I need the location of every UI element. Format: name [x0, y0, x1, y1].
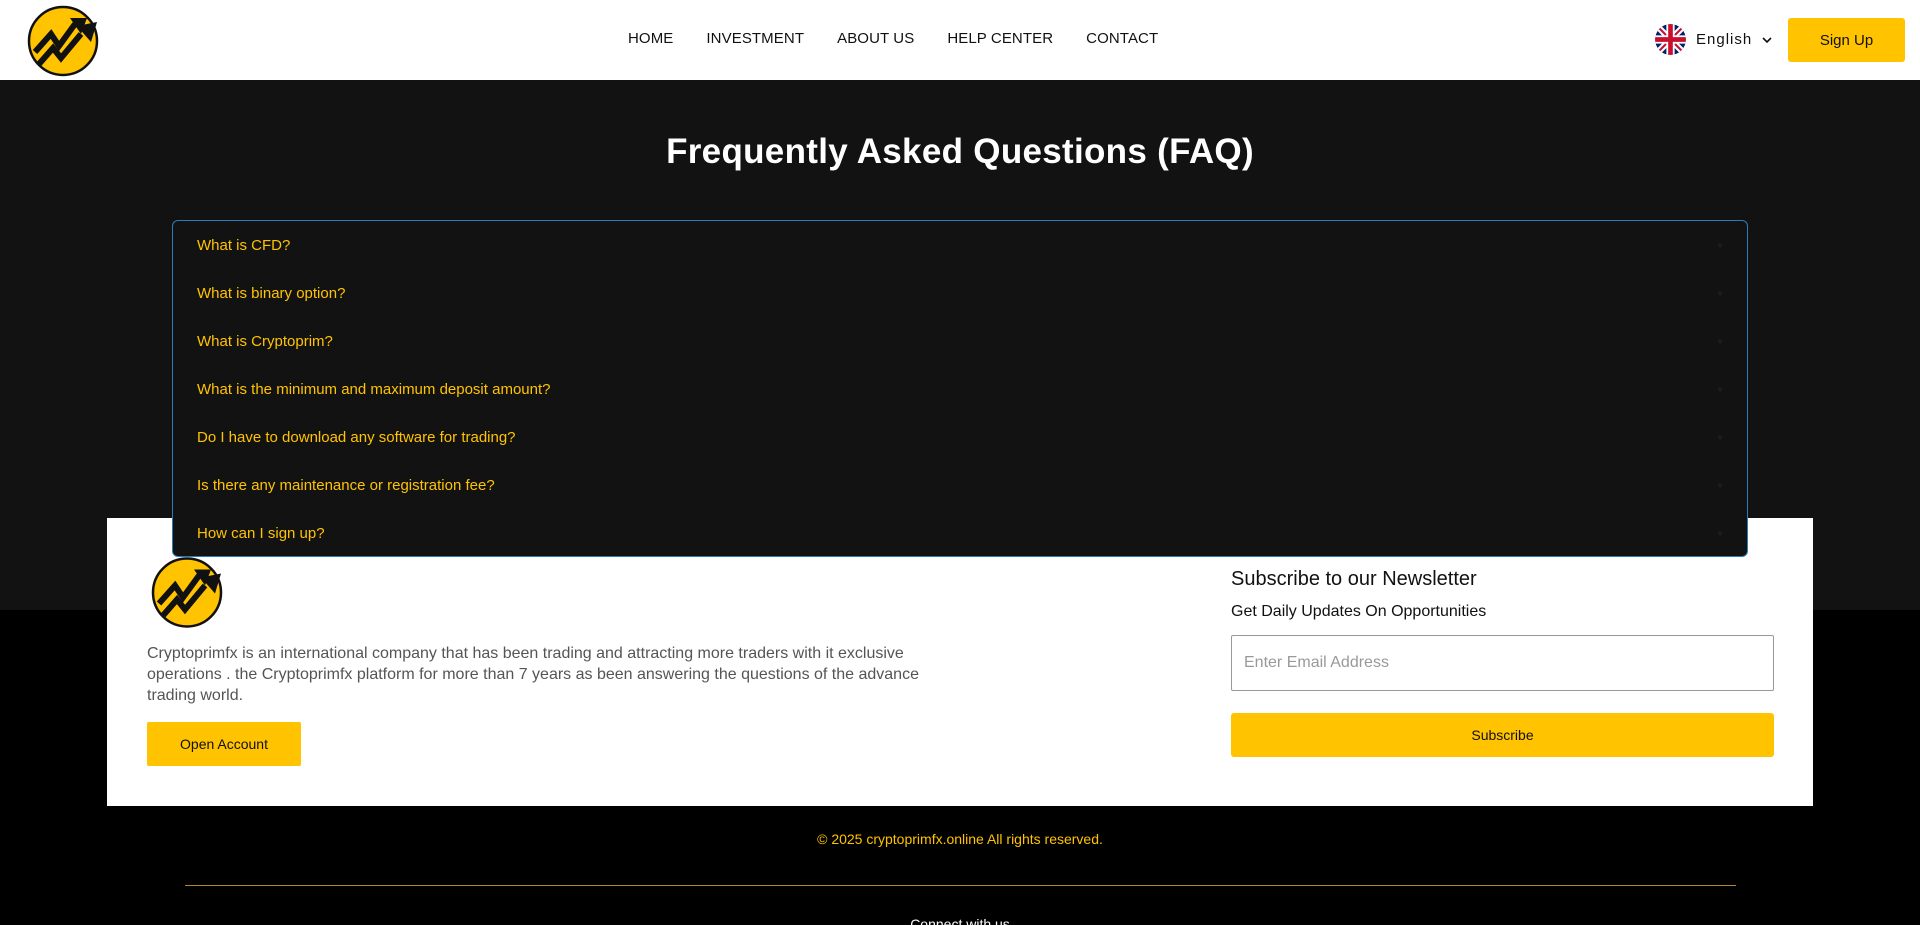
- connect-heading: Connect with us: [910, 916, 1010, 925]
- faq-item-cfd[interactable]: What is CFD? ▾: [173, 221, 1747, 269]
- nav-investment[interactable]: INVESTMENT: [706, 30, 804, 47]
- nav-about-us[interactable]: ABOUT US: [837, 30, 914, 47]
- chevron-down-icon: ▾: [1717, 287, 1723, 300]
- faq-question: What is binary option?: [197, 284, 346, 302]
- language-label: English: [1696, 31, 1753, 48]
- newsletter-subtitle: Get Daily Updates On Opportunities: [1231, 603, 1487, 620]
- faq-question: Do I have to download any software for t…: [197, 428, 516, 446]
- faq-question: What is CFD?: [197, 236, 291, 254]
- faq-question: What is the minimum and maximum deposit …: [197, 380, 551, 398]
- faq-item-deposit[interactable]: What is the minimum and maximum deposit …: [173, 365, 1747, 413]
- faq-item-binary-option[interactable]: What is binary option? ▾: [173, 269, 1747, 317]
- chevron-down-icon: ▾: [1717, 431, 1723, 444]
- footer-card: Cryptoprimfx is an international company…: [107, 518, 1813, 806]
- footer-logo-icon: [151, 557, 223, 628]
- site-header: HOME INVESTMENT ABOUT US HELP CENTER CON…: [0, 0, 1920, 80]
- faq-question: What is Cryptoprim?: [197, 332, 333, 350]
- faq-item-sign-up[interactable]: How can I sign up? ▾: [173, 509, 1747, 557]
- chevron-down-icon: ▾: [1717, 527, 1723, 540]
- faq-item-cryptoprim[interactable]: What is Cryptoprim? ▾: [173, 317, 1747, 365]
- faq-question: How can I sign up?: [197, 524, 325, 542]
- nav-home[interactable]: HOME: [628, 30, 673, 47]
- faq-item-software[interactable]: Do I have to download any software for t…: [173, 413, 1747, 461]
- faq-question: Is there any maintenance or registration…: [197, 476, 495, 494]
- brand-logo-icon[interactable]: [25, 4, 103, 77]
- open-account-button[interactable]: Open Account: [147, 722, 301, 766]
- chevron-down-icon: [1762, 36, 1772, 43]
- faq-accordion: What is CFD? ▾ What is binary option? ▾ Wh…: [172, 220, 1748, 557]
- uk-flag-icon: [1655, 24, 1686, 55]
- chevron-down-icon: ▾: [1717, 239, 1723, 252]
- company-description: Cryptoprimfx is an international company…: [147, 645, 919, 704]
- footer-divider: [185, 885, 1736, 886]
- faq-item-fees[interactable]: Is there any maintenance or registration…: [173, 461, 1747, 509]
- nav-help-center[interactable]: HELP CENTER: [947, 30, 1053, 47]
- chevron-down-icon: ▾: [1717, 383, 1723, 396]
- main-nav: HOME INVESTMENT ABOUT US HELP CENTER CON…: [628, 30, 1191, 47]
- newsletter-title: Subscribe to our Newsletter: [1231, 568, 1477, 590]
- newsletter-email-input[interactable]: [1231, 635, 1774, 691]
- chevron-down-icon: ▾: [1717, 479, 1723, 492]
- nav-contact[interactable]: CONTACT: [1086, 30, 1158, 47]
- copyright-text: © 2025 cryptoprimfx.online All rights re…: [817, 831, 1103, 847]
- language-selector[interactable]: English: [1655, 24, 1772, 55]
- chevron-down-icon: ▾: [1717, 335, 1723, 348]
- sign-up-button[interactable]: Sign Up: [1788, 18, 1905, 62]
- subscribe-button[interactable]: Subscribe: [1231, 713, 1774, 757]
- faq-title: Frequently Asked Questions (FAQ): [666, 132, 1254, 171]
